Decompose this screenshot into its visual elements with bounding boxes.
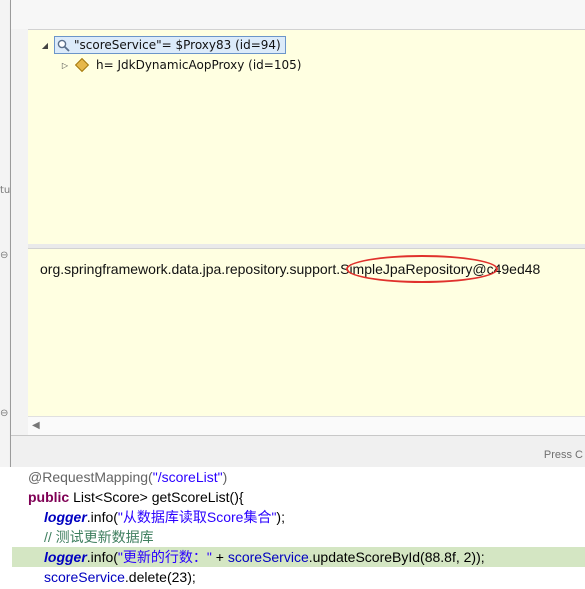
code-token: logger — [44, 549, 87, 565]
code-token: .info( — [86, 549, 118, 565]
code-token: .info( — [86, 509, 118, 525]
code-token: .delete(23); — [124, 569, 196, 585]
popup-status-bar: Press C — [11, 435, 585, 468]
tree-root-label: "scoreService"= $Proxy83 (id=94) — [74, 38, 281, 52]
collapse-arrow-icon[interactable]: ◢ — [40, 41, 50, 50]
code-line[interactable]: public List<Score> getScoreList(){ — [28, 487, 244, 507]
code-token: "从数据库读取Score集合" — [117, 509, 277, 525]
code-token: scoreService — [227, 549, 309, 565]
status-hint: Press C — [543, 449, 583, 461]
magnifier-icon — [57, 39, 70, 52]
code-token: scoreService — [44, 569, 125, 585]
collapse-icon[interactable]: ⊖ — [0, 250, 8, 261]
code-token: ); — [276, 509, 285, 525]
detail-pane: org.springframework.data.jpa.repository.… — [28, 248, 585, 417]
popup-header — [11, 0, 585, 29]
red-circle-annotation — [346, 255, 498, 283]
code-token: logger — [44, 509, 87, 525]
gutter-mark: tu — [0, 185, 11, 196]
tree-row-root[interactable]: ◢ "scoreService"= $Proxy83 (id=94) — [40, 36, 286, 54]
collapse-icon[interactable]: ⊖ — [0, 408, 8, 419]
code-token: + — [211, 549, 228, 565]
tree-child-label: h= JdkDynamicAopProxy (id=105) — [96, 58, 302, 72]
code-line[interactable]: // 测试更新数据库 — [44, 527, 154, 547]
code-editor[interactable]: @RequestMapping("/scoreList") public Lis… — [0, 467, 585, 589]
code-line-current[interactable]: logger.info("更新的行数：" + scoreService.upda… — [12, 547, 585, 567]
code-token: // 测试更新数据库 — [44, 529, 154, 545]
inspect-popup: ◢ "scoreService"= $Proxy83 (id=94) ▷ h= … — [10, 0, 585, 468]
code-token: public — [28, 489, 70, 505]
code-token: ) — [222, 469, 228, 485]
code-line[interactable]: logger.info("从数据库读取Score集合"); — [44, 507, 285, 527]
selected-tree-item[interactable]: "scoreService"= $Proxy83 (id=94) — [54, 36, 286, 54]
code-line[interactable]: @RequestMapping("/scoreList") — [28, 467, 227, 487]
tree-row-child[interactable]: ▷ h= JdkDynamicAopProxy (id=105) — [60, 56, 301, 74]
scroll-left-icon[interactable]: ◀ — [32, 420, 40, 431]
code-token: "更新的行数：" — [117, 549, 212, 565]
variable-tree: ◢ "scoreService"= $Proxy83 (id=94) ▷ h= … — [28, 29, 585, 245]
code-line[interactable]: scoreService.delete(23); — [44, 567, 196, 587]
code-token: @RequestMapping( — [28, 469, 153, 485]
code-token: .updateScoreById(88.8f, 2)); — [308, 549, 485, 565]
horizontal-scrollbar[interactable]: ◀ — [28, 416, 585, 436]
code-token: "/scoreList" — [152, 469, 223, 485]
expand-arrow-icon[interactable]: ▷ — [60, 61, 70, 70]
code-token: List<Score> getScoreList(){ — [69, 489, 244, 505]
field-icon — [74, 57, 90, 73]
